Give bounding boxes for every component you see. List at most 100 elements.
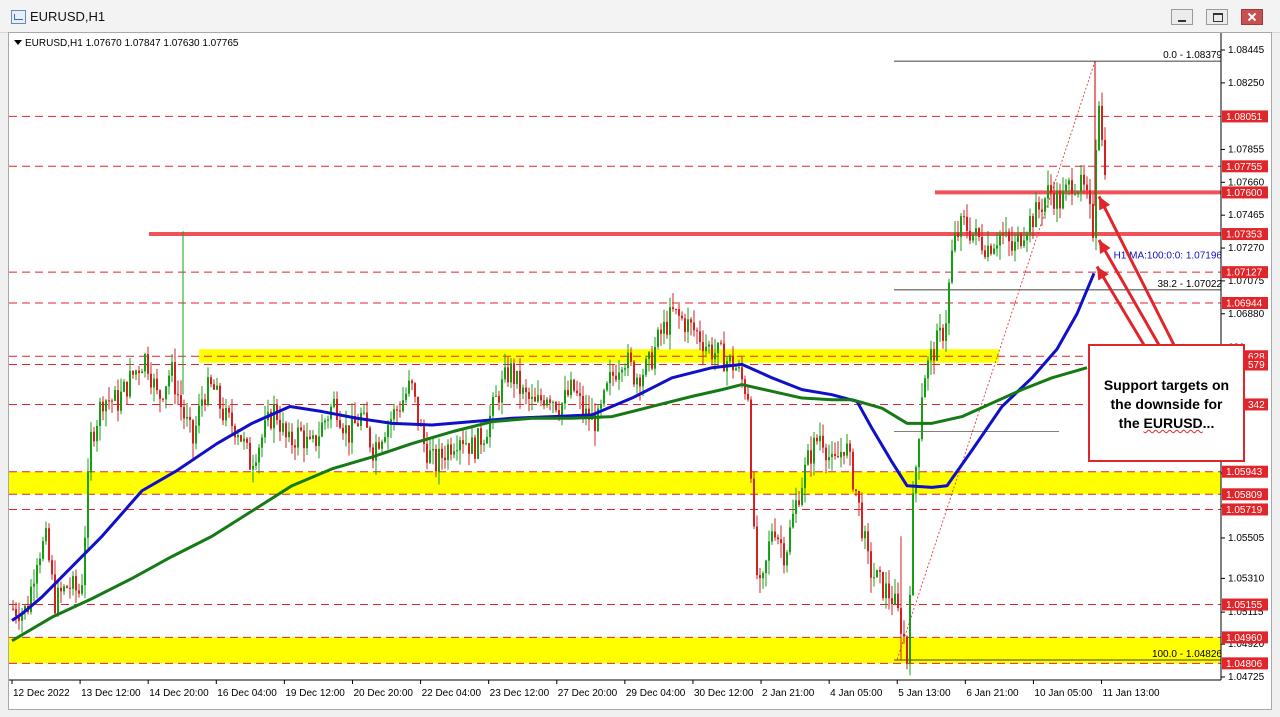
candle-body: [1065, 184, 1067, 192]
candle-body: [582, 395, 584, 415]
candle-body: [831, 454, 833, 458]
candle-body: [459, 440, 461, 451]
callout-line-2: the downside for: [1110, 396, 1223, 412]
candle-body: [654, 346, 656, 369]
arrow-to-107600: [1097, 195, 1176, 346]
candle-body: [96, 425, 98, 442]
candle-body: [207, 377, 209, 405]
collapse-triangle-icon[interactable]: [14, 40, 22, 45]
price-axis-label: 1.08250: [1228, 78, 1265, 89]
candle-body: [378, 442, 380, 449]
candle-body: [1068, 180, 1070, 185]
candle-body: [525, 387, 527, 393]
candle-body: [957, 232, 959, 237]
candle-body: [183, 407, 185, 419]
candle-body: [54, 574, 56, 614]
candle-body: [804, 464, 806, 489]
candle-body: [768, 541, 770, 561]
candle-body: [303, 430, 305, 449]
candle-body: [306, 436, 308, 449]
candle-body: [927, 360, 929, 379]
candle-body: [906, 636, 908, 663]
candle-body: [249, 442, 251, 470]
candle-body: [51, 560, 53, 575]
candle-body: [63, 586, 65, 592]
candle-body: [177, 394, 179, 396]
price-level-tag-label: 1.07127: [1226, 268, 1263, 279]
candle-body: [381, 441, 383, 449]
candle-body: [762, 573, 764, 579]
candle-body: [834, 454, 836, 457]
price-axis-label: 1.06880: [1228, 309, 1265, 320]
candle-body: [174, 362, 176, 395]
candle-body: [531, 396, 533, 399]
price-axis-label: 1.04725: [1228, 672, 1265, 683]
candle-body: [315, 435, 317, 446]
candle-body: [516, 370, 518, 384]
symbol-ohlc-text: EURUSD,H1 1.07670 1.07847 1.07630 1.0776…: [25, 38, 239, 49]
candle-body: [870, 551, 872, 578]
candle-body: [78, 590, 80, 594]
candle-body: [687, 319, 689, 332]
minimize-button[interactable]: [1171, 9, 1193, 25]
candle-body: [504, 367, 506, 380]
candle-body: [552, 401, 554, 403]
candle-body: [12, 608, 14, 610]
candle-body: [1029, 216, 1031, 235]
candle-body: [795, 500, 797, 514]
candle-body: [123, 381, 125, 392]
candle-body: [363, 412, 365, 414]
candle-body: [246, 438, 248, 443]
candle-body: [1002, 233, 1004, 235]
candle-body: [528, 392, 530, 399]
candle-body: [627, 352, 629, 369]
candle-body: [645, 358, 647, 375]
candle-body: [1074, 193, 1076, 195]
candle-body: [387, 424, 389, 438]
candle-body: [450, 444, 452, 455]
candle-body: [681, 315, 683, 319]
price-axis-label: 1.08445: [1228, 45, 1265, 56]
candle-body: [408, 380, 410, 394]
candle-body: [690, 319, 692, 323]
candle-body: [507, 367, 509, 383]
candle-body: [594, 412, 596, 431]
candle-body: [243, 438, 245, 442]
candle-body: [90, 431, 92, 473]
candle-body: [324, 420, 326, 423]
maximize-button[interactable]: [1206, 9, 1228, 25]
time-axis-label: 14 Dec 20:00: [149, 688, 209, 699]
candle-body: [975, 228, 977, 235]
candle-body: [759, 575, 761, 579]
candle-body: [642, 374, 644, 387]
price-level-tag-label: 1.07755: [1226, 162, 1263, 173]
candle-body: [444, 457, 446, 461]
price-level-tag-label: 1.05943: [1226, 467, 1263, 478]
time-axis-label: 10 Jan 05:00: [1034, 688, 1092, 699]
candle-body: [375, 442, 377, 461]
candle-body: [1008, 231, 1010, 242]
candle-body: [144, 353, 146, 372]
close-button[interactable]: [1241, 9, 1263, 25]
candle-body: [1104, 139, 1106, 175]
candle-body: [843, 451, 845, 456]
candle-body: [639, 377, 641, 387]
candle-body: [780, 539, 782, 544]
ma-line: [11, 272, 1096, 622]
candle-body: [57, 587, 59, 614]
candle-body: [849, 443, 851, 452]
candle-body: [774, 531, 776, 538]
candle-body: [894, 593, 896, 604]
window-titlebar[interactable]: EURUSD,H1: [0, 0, 1280, 33]
candle-body: [501, 379, 503, 403]
price-chart[interactable]: 0.0 - 1.08379 38.2 - 1.07022 100.0 - 1.048…: [9, 33, 1271, 709]
candle-body: [426, 443, 428, 463]
candle-body: [651, 352, 653, 369]
candle-body: [867, 531, 869, 552]
candle-body: [666, 321, 668, 335]
candle-body: [495, 395, 497, 397]
candle-body: [963, 216, 965, 218]
candle-body: [474, 437, 476, 459]
candle-body: [1023, 240, 1025, 246]
candle-body: [462, 440, 464, 444]
